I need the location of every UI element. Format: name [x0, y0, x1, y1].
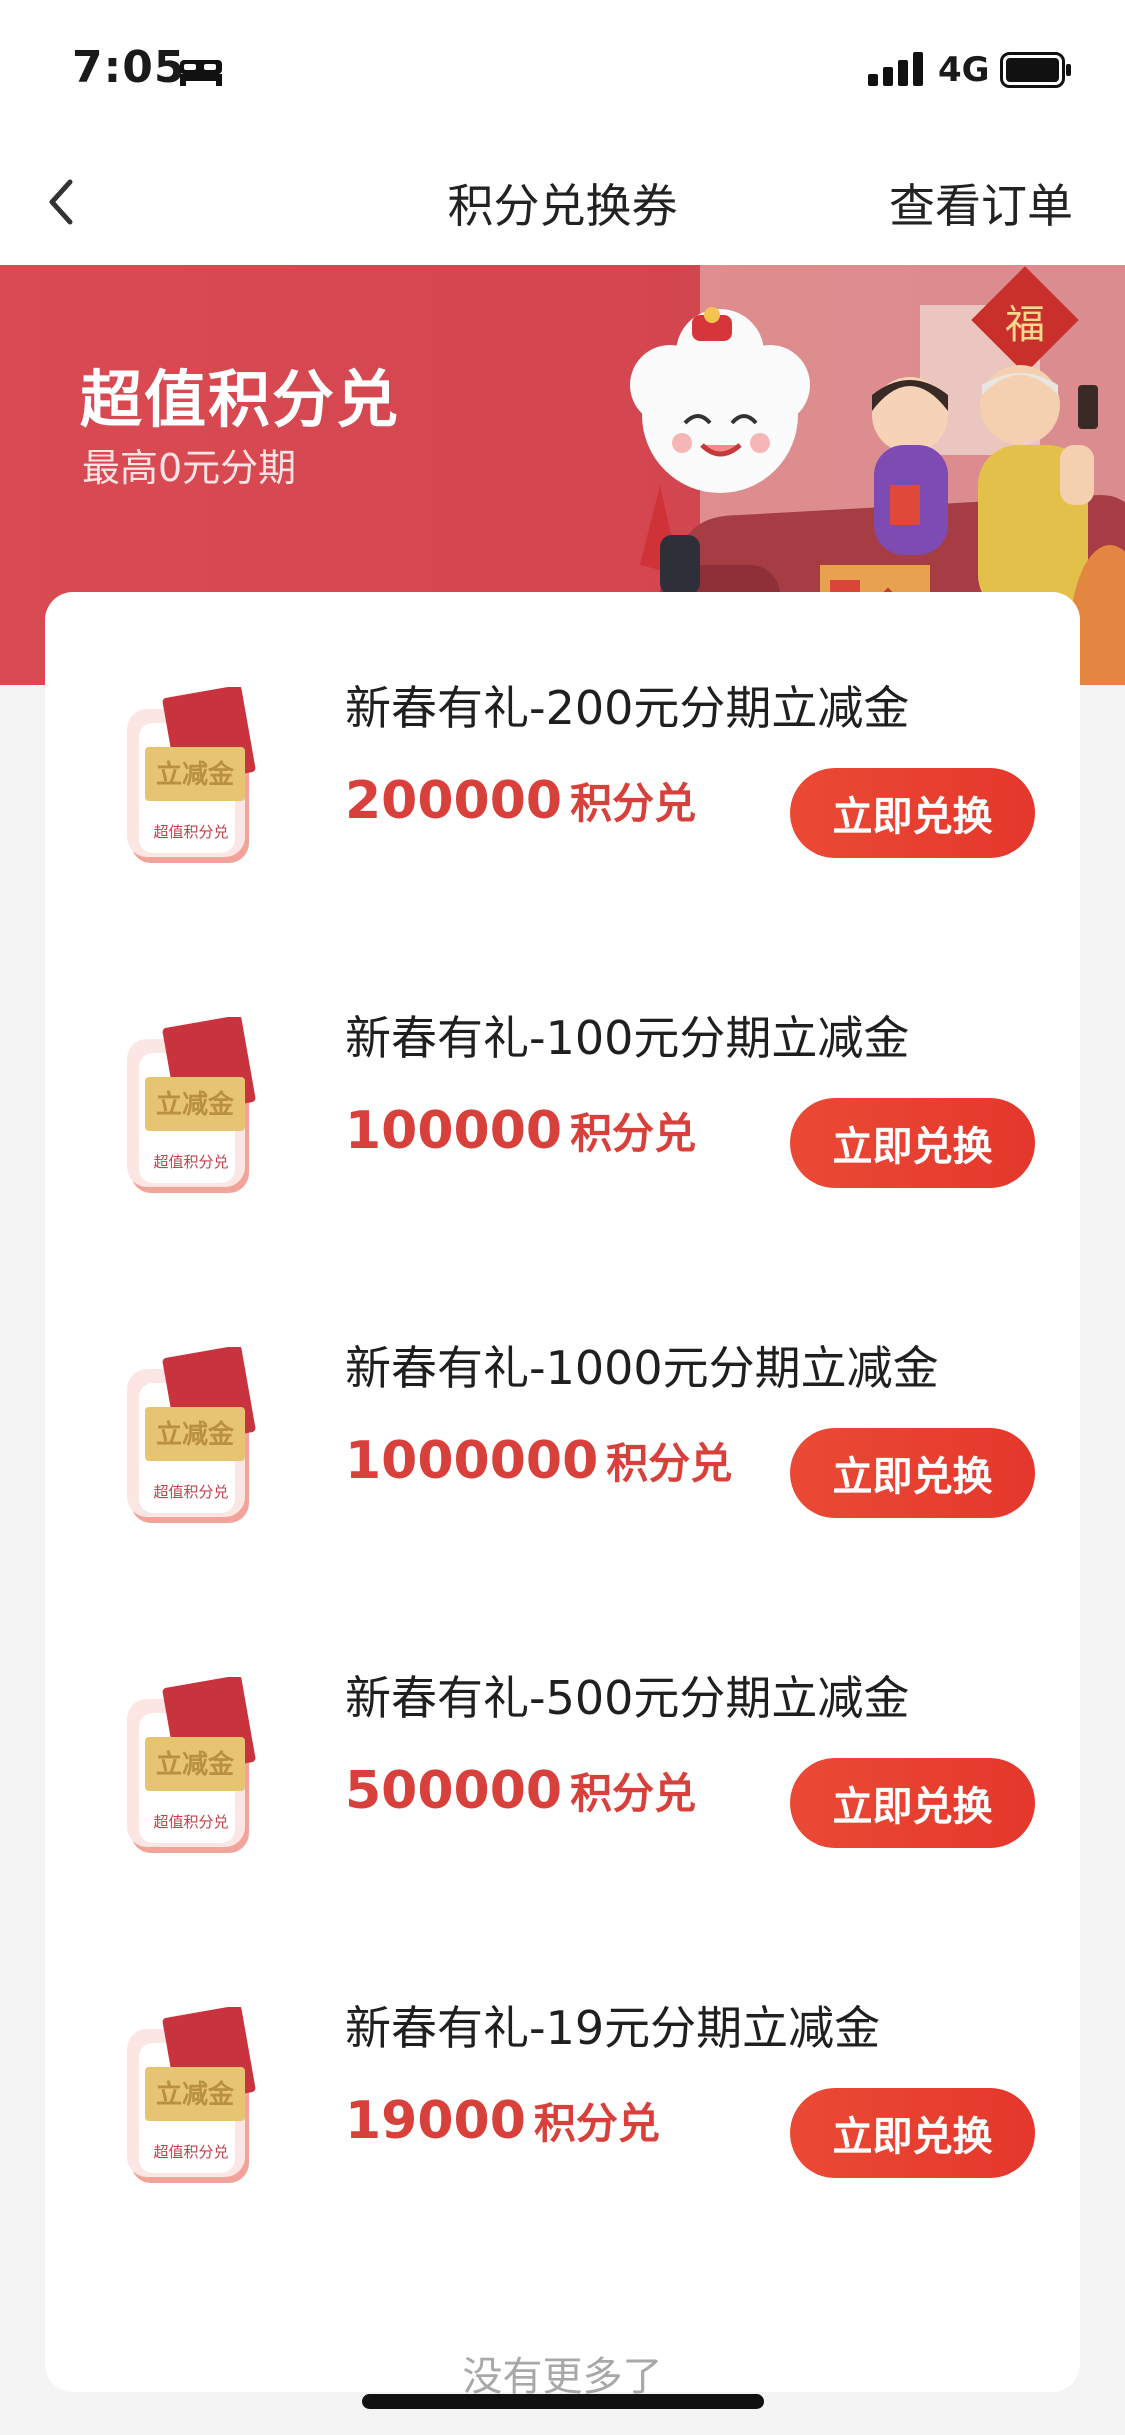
list-item: 立减金 超值积分兑 新春有礼-100元分期立减金 100000 积分兑 立即兑换: [45, 982, 1080, 1312]
view-orders-link[interactable]: 查看订单: [889, 170, 1073, 236]
status-time: 7:05: [72, 42, 186, 93]
redeem-button[interactable]: 立即兑换: [790, 1428, 1035, 1518]
points-value: 19000: [345, 2091, 526, 2151]
coupon-thumbnail-icon: 立减金 超值积分兑: [127, 687, 256, 863]
signal-icon: [868, 52, 923, 86]
status-bar: 7:05 4G: [0, 0, 1125, 140]
item-title: 新春有礼-19元分期立减金: [345, 2001, 881, 2055]
item-title: 新春有礼-100元分期立减金: [345, 1011, 910, 1065]
item-points: 200000 积分兑: [345, 770, 696, 831]
redeem-button[interactable]: 立即兑换: [790, 1098, 1035, 1188]
nav-bar: 积分兑换券 查看订单: [0, 140, 1125, 265]
item-title: 新春有礼-200元分期立减金: [345, 681, 910, 735]
redeem-button[interactable]: 立即兑换: [790, 2088, 1035, 2178]
coupon-thumbnail-icon: 立减金 超值积分兑: [127, 2007, 256, 2183]
svg-text:超值积分兑: 超值积分兑: [153, 823, 228, 841]
list-item: 立减金 超值积分兑 新春有礼-200元分期立减金 200000 积分兑 立即兑换: [45, 652, 1080, 982]
item-title: 新春有礼-1000元分期立减金: [345, 1341, 939, 1395]
fu-character: 福: [1005, 302, 1045, 348]
banner-title: 超值积分兑: [80, 363, 401, 436]
points-suffix: 积分兑: [606, 1439, 733, 1488]
list-item: 立减金 超值积分兑 新春有礼-19元分期立减金 19000 积分兑 立即兑换: [45, 1972, 1080, 2302]
points-value: 500000: [345, 1761, 563, 1821]
points-suffix: 积分兑: [533, 2099, 660, 2148]
svg-text:立减金: 立减金: [156, 1419, 235, 1450]
coupon-list-card: 立减金 超值积分兑 新春有礼-200元分期立减金 200000 积分兑 立即兑换 …: [45, 592, 1080, 2400]
points-value: 100000: [345, 1101, 563, 1161]
points-value: 200000: [345, 771, 563, 831]
battery-icon: [1000, 52, 1071, 88]
svg-text:立减金: 立减金: [156, 1749, 235, 1780]
item-title: 新春有礼-500元分期立减金: [345, 1671, 910, 1725]
points-value: 1000000: [345, 1431, 599, 1491]
home-indicator: [362, 2394, 764, 2409]
item-points: 500000 积分兑: [345, 1760, 696, 1821]
banner-subtitle: 最高0元分期: [82, 446, 297, 490]
svg-text:立减金: 立减金: [156, 2079, 235, 2110]
svg-text:超值积分兑: 超值积分兑: [153, 1813, 228, 1831]
svg-text:立减金: 立减金: [156, 1089, 235, 1120]
svg-text:超值积分兑: 超值积分兑: [153, 1483, 228, 1501]
points-suffix: 积分兑: [570, 1109, 697, 1158]
coupon-thumbnail-icon: 立减金 超值积分兑: [127, 1677, 256, 1853]
coupon-thumbnail-icon: 立减金 超值积分兑: [127, 1347, 256, 1523]
item-points: 1000000 积分兑: [345, 1430, 732, 1491]
item-points: 100000 积分兑: [345, 1100, 696, 1161]
svg-text:超值积分兑: 超值积分兑: [153, 2143, 228, 2161]
list-item: 立减金 超值积分兑 新春有礼-1000元分期立减金 1000000 积分兑 立即兑…: [45, 1312, 1080, 1642]
points-suffix: 积分兑: [570, 779, 697, 828]
redeem-button[interactable]: 立即兑换: [790, 1758, 1035, 1848]
coupon-thumbnail-icon: 立减金 超值积分兑: [127, 1017, 256, 1193]
list-item: 立减金 超值积分兑 新春有礼-500元分期立减金 500000 积分兑 立即兑换: [45, 1642, 1080, 1972]
svg-text:超值积分兑: 超值积分兑: [153, 1153, 228, 1171]
svg-text:立减金: 立减金: [156, 759, 235, 790]
item-points: 19000 积分兑: [345, 2090, 660, 2151]
points-suffix: 积分兑: [570, 1769, 697, 1818]
network-label: 4G: [938, 50, 990, 90]
bed-icon: [180, 60, 222, 86]
redeem-button[interactable]: 立即兑换: [790, 768, 1035, 858]
